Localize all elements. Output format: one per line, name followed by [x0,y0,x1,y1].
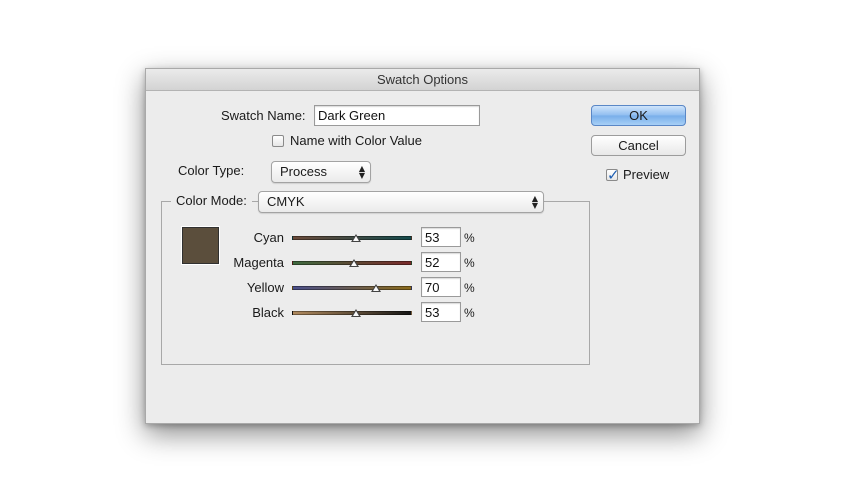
color-mode-label: Color Mode: [171,193,252,208]
color-mode-group [161,201,590,365]
select-arrows-icon: ▲ ▼ [358,164,365,180]
dialog-title[interactable]: Swatch Options [146,69,699,91]
slider-value-cyan[interactable] [421,227,461,247]
color-type-label: Color Type: [178,163,245,178]
slider-label-cyan: Cyan [253,230,284,245]
color-mode-select[interactable]: CMYK ▲ ▼ [258,191,544,213]
percent-unit-label: % [464,231,475,245]
slider-value-yellow[interactable] [421,277,461,297]
slider-thumb-black[interactable] [350,309,361,317]
percent-unit-label: % [464,256,475,270]
ok-button[interactable]: OK [591,105,686,126]
swatch-name-label: Swatch Name: [221,108,306,123]
swatch-name-input[interactable] [314,105,480,126]
slider-value-magenta[interactable] [421,252,461,272]
slider-thumb-magenta[interactable] [349,259,360,267]
slider-thumb-cyan[interactable] [350,234,361,242]
cancel-button[interactable]: Cancel [591,135,686,156]
slider-label-magenta: Magenta [233,255,284,270]
preview-label[interactable]: Preview [623,167,669,182]
slider-label-yellow: Yellow [246,280,284,295]
name-with-color-value-checkbox[interactable] [272,135,284,147]
slider-track-yellow[interactable] [292,286,412,290]
color-type-value: Process [280,164,327,179]
select-arrows-icon: ▲ ▼ [531,194,538,210]
percent-unit-label: % [464,306,475,320]
swatch-options-dialog: Swatch Options Swatch Name: Name with Co… [145,68,700,424]
name-with-color-value-label[interactable]: Name with Color Value [290,133,422,148]
color-swatch-preview [181,226,220,265]
color-type-select[interactable]: Process ▲ ▼ [271,161,371,183]
percent-unit-label: % [464,281,475,295]
preview-checkbox[interactable] [606,166,620,184]
color-mode-value: CMYK [267,194,305,209]
slider-thumb-yellow[interactable] [371,284,381,292]
slider-value-black[interactable] [421,302,461,322]
slider-label-black: Black [252,305,284,320]
